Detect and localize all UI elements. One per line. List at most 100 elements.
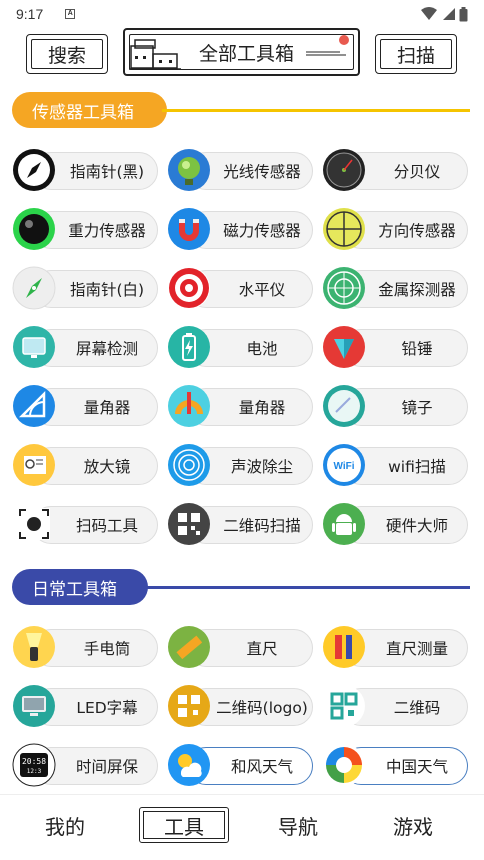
scan-button[interactable]: 扫描: [375, 34, 457, 74]
tool-item[interactable]: 量角器: [12, 384, 158, 428]
tool-item[interactable]: 二维码: [322, 684, 468, 728]
tool-label: 分贝仪: [393, 163, 441, 181]
tool-item[interactable]: 磁力传感器: [167, 207, 313, 251]
tool-item[interactable]: WiFi wifi扫描: [322, 443, 468, 487]
decor-line-icon: [306, 51, 346, 56]
tool-item[interactable]: 金属探测器: [322, 266, 468, 310]
wifi-icon: [421, 7, 437, 20]
tool-item[interactable]: 直尺测量: [322, 625, 468, 669]
android-icon: [323, 503, 365, 545]
red-dot-icon: [339, 35, 349, 45]
tool-label: 二维码扫描: [223, 517, 301, 535]
page-title-box: 全部工具箱: [123, 28, 360, 76]
search-button-label: 搜索: [47, 44, 86, 67]
tool-item[interactable]: 光线传感器: [167, 148, 313, 192]
tool-item[interactable]: 放大镜: [12, 443, 158, 487]
tool-label: 屏幕检测: [75, 340, 138, 358]
plumb-bob-icon: [323, 326, 365, 368]
svg-text:WiFi: WiFi: [333, 461, 354, 472]
tool-label: 二维码: [393, 699, 441, 717]
tool-label: 手电筒: [83, 640, 131, 658]
gravity-ball-icon: [13, 208, 55, 250]
tool-item[interactable]: 声波除尘: [167, 443, 313, 487]
tool-item[interactable]: 直尺: [167, 625, 313, 669]
tool-item[interactable]: 和风天气: [167, 743, 313, 787]
tool-item[interactable]: 指南针(白): [12, 266, 158, 310]
tool-item[interactable]: 水平仪: [167, 266, 313, 310]
tool-item[interactable]: 中国天气: [322, 743, 468, 787]
compass-black-icon: [13, 149, 55, 191]
sensor-section-line: [162, 109, 470, 112]
status-icons: [421, 6, 468, 22]
scan-button-label: 扫描: [396, 44, 435, 67]
tool-item[interactable]: 20:58 12:3 时间屏保: [12, 743, 158, 787]
tool-label: wifi扫描: [388, 458, 446, 476]
tool-item[interactable]: 指南针(黑): [12, 148, 158, 192]
tool-label: 磁力传感器: [223, 222, 301, 240]
qr-code-icon: [323, 685, 365, 727]
tool-label: 量角器: [83, 399, 131, 417]
tool-label: 镜子: [401, 399, 433, 417]
tool-item[interactable]: 二维码(logo): [167, 684, 313, 728]
house-sketch-icon: [129, 39, 181, 70]
nav-tools[interactable]: 工具: [139, 807, 229, 843]
battery-status-icon: [459, 6, 468, 21]
nav-navigation[interactable]: 导航: [278, 811, 318, 840]
tool-label: 电池: [246, 340, 278, 358]
sensor-section-title: 传感器工具箱: [12, 92, 167, 128]
top-bar: 搜索 全部工具箱 扫描: [0, 28, 484, 82]
decibel-meter-icon: [323, 149, 365, 191]
tool-item[interactable]: 铅锤: [322, 325, 468, 369]
tool-label: LED字幕: [76, 699, 138, 717]
signal-icon: [443, 8, 455, 20]
search-button[interactable]: 搜索: [26, 34, 108, 74]
tool-item[interactable]: 电池: [167, 325, 313, 369]
tool-label: 水平仪: [238, 281, 286, 299]
tool-label: 重力传感器: [68, 222, 146, 240]
a-letter-icon: A: [65, 9, 76, 19]
tool-item[interactable]: 方向传感器: [322, 207, 468, 251]
digital-clock-icon: 20:58 12:3: [12, 743, 56, 787]
radar-icon: [323, 267, 365, 309]
tool-item[interactable]: 二维码扫描: [167, 502, 313, 546]
tool-label: 量角器: [238, 399, 286, 417]
tool-item[interactable]: 手电筒: [12, 625, 158, 669]
china-weather-icon: [323, 744, 365, 786]
flashlight-icon: [13, 626, 55, 668]
nav-tools-label: 工具: [164, 814, 204, 839]
nav-games[interactable]: 游戏: [393, 811, 433, 840]
tool-item[interactable]: 硬件大师: [322, 502, 468, 546]
tool-label: 时间屏保: [75, 758, 138, 776]
tool-label: 放大镜: [83, 458, 131, 476]
daily-section-title: 日常工具箱: [12, 569, 148, 605]
tool-label: 声波除尘: [230, 458, 293, 476]
page-title: 全部工具箱: [198, 42, 294, 65]
weather-icon: [168, 744, 210, 786]
tool-label: 方向传感器: [378, 222, 456, 240]
battery-icon: [168, 326, 210, 368]
scan-code-icon: [18, 508, 50, 540]
tool-label: 和风天气: [230, 758, 293, 776]
light-bulb-icon: [168, 149, 210, 191]
daily-section-line: [142, 586, 470, 589]
sensor-section-header: 传感器工具箱: [12, 92, 484, 128]
protractor-orange-icon: [168, 385, 210, 427]
led-monitor-icon: [13, 685, 55, 727]
magnifier-icon: [13, 444, 55, 486]
tool-item[interactable]: 量角器: [167, 384, 313, 428]
tool-item[interactable]: 重力传感器: [12, 207, 158, 251]
level-target-icon: [168, 267, 210, 309]
tool-label: 中国天气: [385, 758, 448, 776]
tool-item[interactable]: 分贝仪: [322, 148, 468, 192]
tool-item[interactable]: LED字幕: [12, 684, 158, 728]
tool-item[interactable]: 镜子: [322, 384, 468, 428]
qr-scan-icon: [168, 503, 210, 545]
tool-item[interactable]: 扫码工具: [12, 502, 158, 546]
nav-mine[interactable]: 我的: [45, 811, 85, 840]
svg-text:12:3: 12:3: [27, 768, 42, 775]
screen-test-icon: [13, 326, 55, 368]
tool-label: 金属探测器: [378, 281, 456, 299]
direction-crosshair-icon: [323, 208, 365, 250]
magnet-icon: [168, 208, 210, 250]
tool-item[interactable]: 屏幕检测: [12, 325, 158, 369]
